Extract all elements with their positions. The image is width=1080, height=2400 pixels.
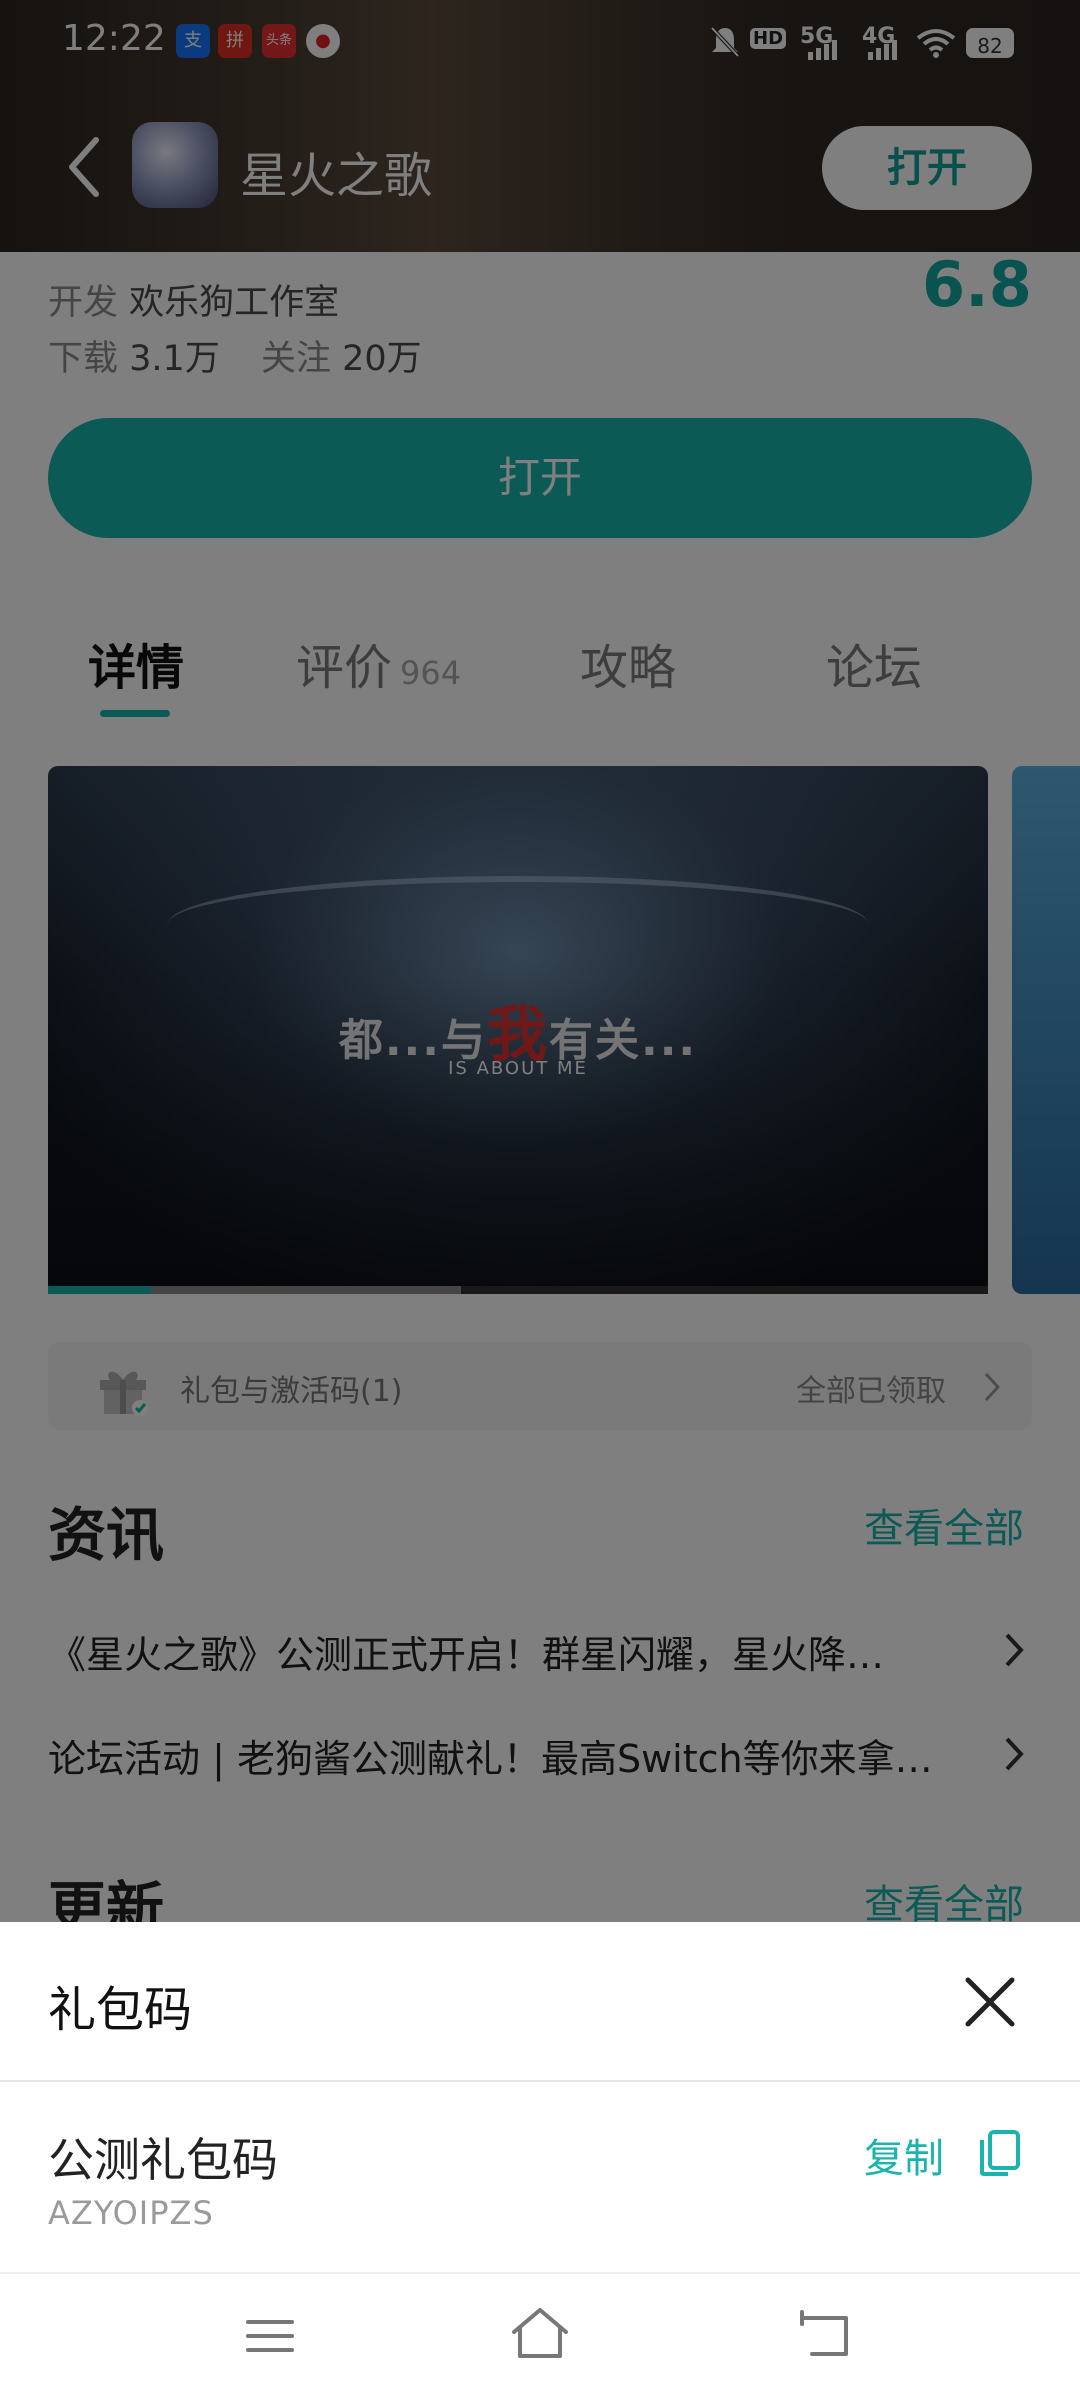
copy-icon[interactable] (976, 2128, 1022, 2178)
copy-button[interactable]: 复制 (864, 2126, 944, 2184)
home-icon[interactable] (510, 2306, 570, 2362)
gift-code-value: AZYOIPZS (48, 2194, 214, 2232)
close-icon[interactable] (960, 1972, 1020, 2032)
nav-divider (0, 2272, 1080, 2274)
menu-icon[interactable] (246, 2312, 294, 2360)
sheet-divider (0, 2080, 1080, 2082)
gift-code-name: 公测礼包码 (48, 2133, 278, 2187)
sheet-title: 礼包码 (48, 1982, 193, 2038)
modal-backdrop[interactable] (0, 0, 1080, 1922)
back-icon[interactable] (798, 2310, 852, 2360)
